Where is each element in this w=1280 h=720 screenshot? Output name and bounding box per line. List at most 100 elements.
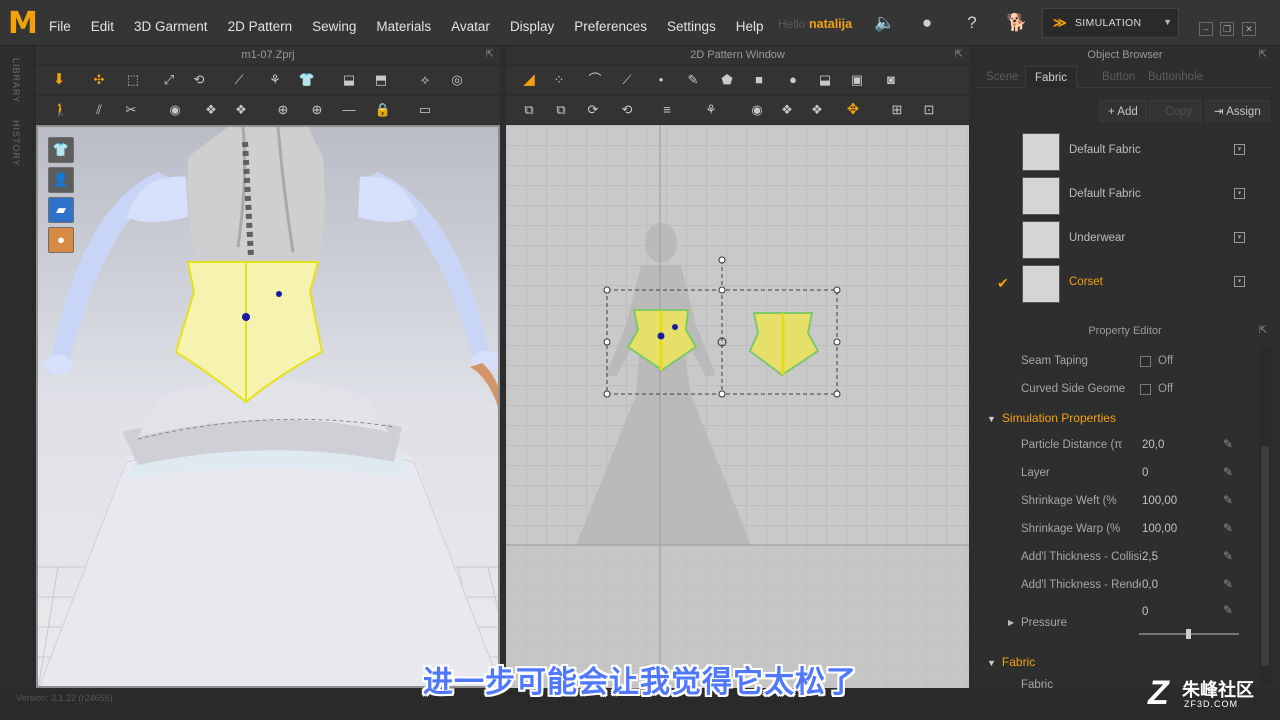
menu-settings[interactable]: Settings xyxy=(662,16,721,37)
loop-icon[interactable]: ◎ xyxy=(446,70,468,90)
menu-materials[interactable]: Materials xyxy=(371,16,436,37)
add-point-icon[interactable]: • xyxy=(650,70,672,90)
segment-sewing-icon[interactable]: ⧉ xyxy=(550,100,572,120)
user-icon[interactable]: ● xyxy=(917,13,937,33)
check-sewing-icon[interactable]: ⟲ xyxy=(616,100,638,120)
pen-icon[interactable]: ✎ xyxy=(1223,549,1233,563)
select-move-icon[interactable]: ✣ xyxy=(88,70,110,90)
piping-icon[interactable]: ✂ xyxy=(120,100,142,120)
pen-icon[interactable]: ✎ xyxy=(1223,465,1233,479)
notch-icon[interactable]: ⊞ xyxy=(886,100,908,120)
prop-value[interactable]: 2,5 xyxy=(1142,551,1158,563)
pressure-slider-handle[interactable] xyxy=(1186,629,1191,639)
tab-scene[interactable]: Scene xyxy=(977,66,1028,88)
cut-icon[interactable]: ✎ xyxy=(682,70,704,90)
pen-icon[interactable]: ✎ xyxy=(1223,437,1233,451)
fabric-item-2[interactable]: Default Fabric ▾ xyxy=(991,174,1253,218)
simulation-properties-section[interactable]: ▼ Simulation Properties xyxy=(987,411,1116,425)
copy-fabric-button[interactable]: Copy xyxy=(1149,100,1201,122)
menu-help[interactable]: Help xyxy=(731,16,769,37)
pin-2d-icon[interactable]: ⚘ xyxy=(700,100,722,120)
zipper-icon[interactable]: ⫽ xyxy=(88,100,110,120)
snap-icon[interactable]: ⊡ xyxy=(918,100,940,120)
select-mesh-icon[interactable]: ⬚ xyxy=(122,70,144,90)
save-icon[interactable]: ▾ xyxy=(1234,276,1245,287)
circle-tool-icon[interactable]: ● xyxy=(782,70,804,90)
viewport-2d[interactable] xyxy=(506,125,969,688)
prop-value[interactable]: 0 xyxy=(1142,606,1148,618)
internal-circle-icon[interactable]: ◙ xyxy=(880,70,902,90)
popout-pe-icon[interactable]: ⇱ xyxy=(1259,322,1267,340)
texture-2d-icon[interactable]: ❖ xyxy=(806,100,828,120)
tab-buttonhole[interactable]: Buttonhole xyxy=(1139,66,1212,88)
point-add-icon[interactable]: ⊕ xyxy=(272,100,294,120)
save-icon[interactable]: ▾ xyxy=(1234,144,1245,155)
curved-side-checkbox[interactable] xyxy=(1140,384,1151,395)
free-sewing-icon[interactable]: ⟳ xyxy=(582,100,604,120)
sewing-icon[interactable]: ⧉ xyxy=(518,100,540,120)
prop-value[interactable]: 100,00 xyxy=(1142,523,1177,535)
collapse-icon[interactable]: ▶ xyxy=(1008,618,1014,627)
ruler-icon[interactable]: ▭ xyxy=(414,100,436,120)
prop-value[interactable]: 0 xyxy=(1142,467,1148,479)
dog-icon[interactable]: 🐕 xyxy=(1006,13,1027,33)
edit-curvature-icon[interactable]: ⌒ xyxy=(584,70,606,90)
edit-point-icon[interactable]: ⁘ xyxy=(548,70,570,90)
garment-icon[interactable]: 👕 xyxy=(296,70,318,90)
internal-polygon-icon[interactable]: ⬓ xyxy=(814,70,836,90)
minimize-icon[interactable]: – xyxy=(1199,22,1213,36)
prop-value[interactable]: 0,0 xyxy=(1142,579,1158,591)
arrangement-icon[interactable]: ⬓ xyxy=(338,70,360,90)
layer-icon[interactable]: ⬒ xyxy=(370,70,392,90)
fold-icon[interactable]: ⟋ xyxy=(228,70,250,90)
menu-file[interactable]: File xyxy=(44,16,76,37)
fabric-view-icon[interactable]: ▰ xyxy=(48,197,74,223)
avatar-display-icon[interactable]: 👕 xyxy=(48,137,74,163)
popout-ob-icon[interactable]: ⇱ xyxy=(1259,46,1267,64)
scrollbar-thumb[interactable] xyxy=(1261,446,1269,666)
transform-pattern-icon[interactable]: ◢ xyxy=(518,70,540,90)
pen-icon[interactable]: ✎ xyxy=(1223,493,1233,507)
button-2d-icon[interactable]: ◉ xyxy=(746,100,768,120)
circle-icon[interactable]: ⊕ xyxy=(306,100,328,120)
menu-display[interactable]: Display xyxy=(505,16,559,37)
polygon-icon[interactable]: ⬟ xyxy=(716,70,738,90)
menu-edit[interactable]: Edit xyxy=(86,16,119,37)
fabric-item-3[interactable]: Underwear ▾ xyxy=(991,218,1253,262)
pen-icon[interactable]: ✎ xyxy=(1223,577,1233,591)
popout-2d-icon[interactable]: ⇱ xyxy=(955,46,963,64)
tab-fabric[interactable]: Fabric xyxy=(1025,66,1077,88)
username-text[interactable]: natalija xyxy=(809,17,852,31)
close-icon[interactable]: ✕ xyxy=(1242,22,1256,36)
rectangle-icon[interactable]: ■ xyxy=(748,70,770,90)
menu-sewing[interactable]: Sewing xyxy=(307,16,361,37)
save-icon[interactable]: ▾ xyxy=(1234,188,1245,199)
history-tab[interactable]: HISTORY xyxy=(11,120,21,167)
avatar-visibility-icon[interactable]: 👤 xyxy=(48,167,74,193)
internal-rect-icon[interactable]: ▣ xyxy=(846,70,868,90)
grain-icon[interactable]: ✥ xyxy=(842,100,864,120)
line-icon[interactable]: — xyxy=(338,100,360,120)
curve-point-icon[interactable]: ⟋ xyxy=(616,70,638,90)
pen-icon[interactable]: ✎ xyxy=(1223,521,1233,535)
trace-icon[interactable]: ≡ xyxy=(656,100,678,120)
menu-preferences[interactable]: Preferences xyxy=(569,16,652,37)
menu-2d-pattern[interactable]: 2D Pattern xyxy=(223,16,298,37)
lock-icon[interactable]: 🔒 xyxy=(372,100,394,120)
seam-taping-checkbox[interactable] xyxy=(1140,356,1151,367)
measure-icon[interactable]: ⟡ xyxy=(414,70,436,90)
restore-icon[interactable]: ❐ xyxy=(1220,22,1234,36)
tab-button[interactable]: Button xyxy=(1093,66,1144,88)
fabric-item-4[interactable]: ✔ Corset ▾ xyxy=(991,262,1253,306)
prop-value[interactable]: 20,0 xyxy=(1142,439,1164,451)
avatar-skin-icon[interactable]: ● xyxy=(48,227,74,253)
menu-3d-garment[interactable]: 3D Garment xyxy=(129,16,213,37)
avatar-pose-icon[interactable]: 🚶 xyxy=(50,100,72,120)
help-icon[interactable]: ? xyxy=(962,13,982,33)
pin-icon[interactable]: ⚘ xyxy=(264,70,286,90)
add-fabric-button[interactable]: + Add xyxy=(1099,100,1147,122)
button-tool-icon[interactable]: ◉ xyxy=(164,100,186,120)
tack-icon[interactable]: ⟲ xyxy=(188,70,210,90)
popout-icon[interactable]: ⇱ xyxy=(486,46,494,64)
menu-avatar[interactable]: Avatar xyxy=(446,16,495,37)
